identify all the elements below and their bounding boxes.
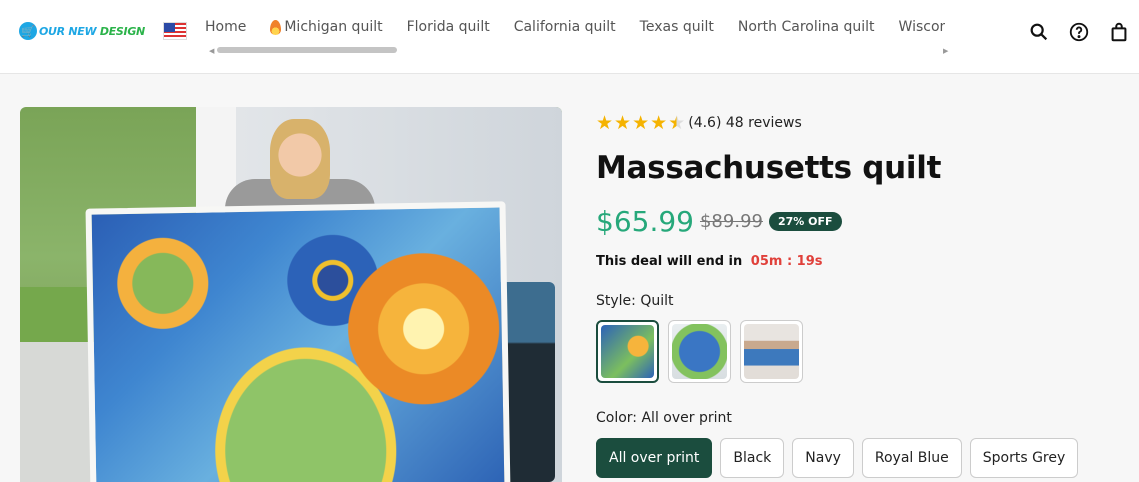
style-options (596, 320, 803, 383)
product-image[interactable] (20, 107, 562, 482)
star-icon: ★ (650, 112, 668, 134)
nav-scrollbar[interactable] (217, 47, 397, 53)
style-option-bedding[interactable] (740, 320, 803, 383)
quilt-image (85, 201, 511, 482)
help-icon[interactable] (1067, 20, 1091, 44)
color-option-black[interactable]: Black (720, 438, 785, 478)
logo-text: OUR NEW DESIGN (39, 24, 145, 38)
nav-item-wisconsin[interactable]: Wisconsin (899, 17, 945, 37)
countdown-timer: 05m : 19s (750, 254, 823, 269)
scroll-right-icon[interactable]: ▶ (943, 47, 948, 55)
style-option-pillow[interactable] (668, 320, 731, 383)
site-header: 🛒 OUR NEW DESIGN Home Michigan quilt Flo… (0, 0, 1139, 74)
color-option-navy[interactable]: Navy (792, 438, 854, 478)
product-title: Massachusetts quilt (596, 150, 942, 186)
shopping-bag-icon[interactable] (1107, 20, 1131, 44)
star-icon: ★ (614, 112, 632, 134)
us-flag-icon[interactable] (163, 22, 187, 40)
star-icon: ★ (632, 112, 650, 134)
nav-item-home[interactable]: Home (205, 17, 246, 37)
style-label: Style: Quilt (596, 293, 674, 309)
nav-item-texas-quilt[interactable]: Texas quilt (640, 17, 714, 37)
nav-item-north-carolina-quilt[interactable]: North Carolina quilt (738, 17, 875, 37)
color-options: All over print Black Navy Royal Blue Spo… (596, 438, 1079, 478)
price-row: $65.99 $89.99 27% OFF (596, 205, 842, 238)
scroll-left-icon[interactable]: ◀ (209, 47, 214, 55)
rating[interactable]: ★ ★ ★ ★ ★ (4.6) 48 reviews (596, 112, 802, 134)
style-option-quilt[interactable] (596, 320, 659, 383)
deal-text: This deal will end in (596, 254, 743, 269)
sale-price: $65.99 (596, 205, 694, 238)
original-price: $89.99 (699, 211, 763, 232)
nav-item-michigan-quilt[interactable]: Michigan quilt (270, 17, 383, 37)
half-star-icon: ★ (668, 112, 686, 134)
cart-icon: 🛒 (19, 22, 37, 40)
rating-text: (4.6) 48 reviews (688, 115, 802, 131)
discount-badge: 27% OFF (768, 212, 842, 231)
nav-item-california-quilt[interactable]: California quilt (514, 17, 616, 37)
star-icon: ★ (596, 112, 614, 134)
search-icon[interactable] (1027, 20, 1051, 44)
color-option-royal-blue[interactable]: Royal Blue (861, 438, 962, 478)
nav-item-florida-quilt[interactable]: Florida quilt (407, 17, 490, 37)
main-nav: Home Michigan quilt Florida quilt Califo… (205, 17, 945, 37)
color-label: Color: All over print (596, 410, 732, 426)
fire-icon (270, 19, 282, 35)
color-option-sports-grey[interactable]: Sports Grey (969, 438, 1079, 478)
deal-countdown: This deal will end in 05m : 19s (596, 254, 823, 269)
site-logo[interactable]: 🛒 OUR NEW DESIGN (19, 22, 145, 40)
color-option-all-over-print[interactable]: All over print (596, 438, 713, 478)
